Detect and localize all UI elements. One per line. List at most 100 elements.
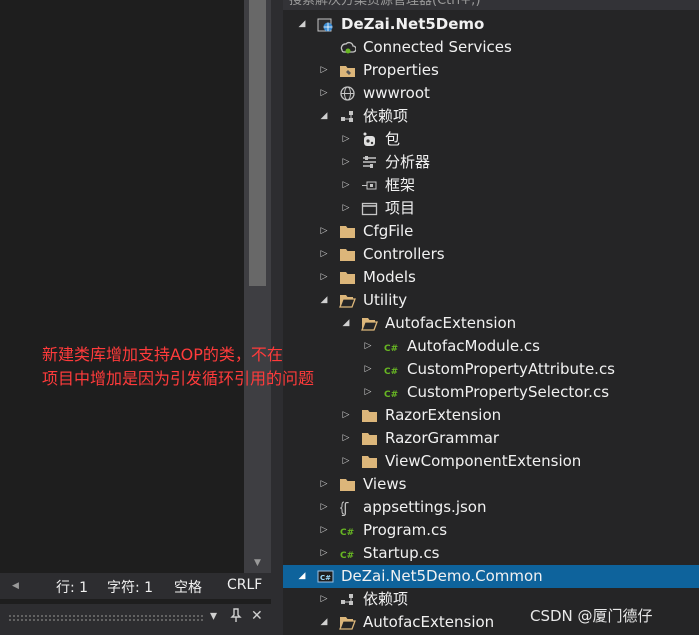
- properties-folder-icon: [339, 62, 356, 79]
- pin-icon[interactable]: [230, 608, 242, 626]
- tree-row-node-analyzers[interactable]: ▷ 分析器: [283, 151, 699, 174]
- collapse-arrow-icon[interactable]: ◢: [317, 291, 331, 310]
- editor-scrollbar-thumb[interactable]: [249, 0, 266, 286]
- connected-services-icon: [339, 39, 357, 56]
- tree-row-folder-razorgrammar[interactable]: ▷ RazorGrammar: [283, 427, 699, 450]
- tree-item-label: appsettings.json: [363, 498, 487, 516]
- status-line[interactable]: 行: 1: [56, 577, 88, 597]
- expand-arrow-icon[interactable]: ▷: [361, 360, 375, 379]
- solution-explorer: 搜索解决方案资源管理器(Ctrl+;) ◢ DeZai.Net5Demo Conne…: [283, 0, 699, 635]
- tree-item-label: ViewComponentExtension: [385, 452, 582, 470]
- scroll-down-arrow-icon[interactable]: ▼: [249, 555, 266, 571]
- expand-arrow-icon[interactable]: ▷: [339, 406, 353, 425]
- tree-row-folder-models[interactable]: ▷ Models: [283, 266, 699, 289]
- collapse-arrow-icon[interactable]: ◢: [317, 613, 331, 632]
- collapse-arrow-icon[interactable]: ◢: [339, 314, 353, 333]
- tree-item-label: Views: [363, 475, 407, 493]
- tree-row-folder-cfgfile[interactable]: ▷ CfgFile: [283, 220, 699, 243]
- tree-row-project-dezai-net5demo-common[interactable]: ◢ C# DeZai.Net5Demo.Common: [283, 565, 699, 588]
- expand-arrow-icon[interactable]: ▷: [339, 199, 353, 218]
- tree-row-folder-controllers[interactable]: ▷ Controllers: [283, 243, 699, 266]
- package-icon: [361, 131, 378, 148]
- framework-icon: [361, 177, 378, 194]
- expand-arrow-icon[interactable]: ▷: [317, 544, 331, 563]
- tree-item-label: DeZai.Net5Demo.Common: [341, 567, 543, 585]
- expand-arrow-icon[interactable]: ▷: [317, 245, 331, 264]
- tree-row-folder-autofacextension[interactable]: ◢ AutofacExtension: [283, 312, 699, 335]
- csharp-file-icon: C#: [383, 384, 400, 401]
- tree-item-label: Utility: [363, 291, 408, 309]
- collapse-arrow-icon[interactable]: ◢: [295, 567, 309, 586]
- tree-row-file-startup[interactable]: ▷ C# Startup.cs: [283, 542, 699, 565]
- tree-item-label: Models: [363, 268, 416, 286]
- tree-row-node-packages[interactable]: ▷ 包: [283, 128, 699, 151]
- tree-row-file-appsettings[interactable]: ▷ ʃ appsettings.json: [283, 496, 699, 519]
- pane-splitter[interactable]: [271, 0, 283, 635]
- tree-row-file-custompropertyselector[interactable]: ▷ C# CustomPropertySelector.cs: [283, 381, 699, 404]
- tree-row-node-dependencies[interactable]: ◢ 依赖项: [283, 105, 699, 128]
- expand-arrow-icon[interactable]: ▷: [317, 475, 331, 494]
- analyzer-icon: [361, 154, 378, 171]
- expand-arrow-icon[interactable]: ▷: [317, 268, 331, 287]
- expand-arrow-icon[interactable]: ▷: [317, 84, 331, 103]
- expand-arrow-icon[interactable]: ▷: [361, 337, 375, 356]
- tree-row-node-connected-services[interactable]: Connected Services: [283, 36, 699, 59]
- globe-icon: [339, 85, 356, 102]
- svg-text:C#: C#: [340, 551, 354, 561]
- tree-row-folder-utility[interactable]: ◢ Utility: [283, 289, 699, 312]
- tree-item-label: Connected Services: [363, 38, 512, 56]
- expand-arrow-icon[interactable]: ▷: [339, 429, 353, 448]
- expand-arrow-icon[interactable]: ▷: [339, 153, 353, 172]
- tree-item-label: AutofacExtension: [363, 613, 495, 631]
- tree-item-label: CustomPropertySelector.cs: [407, 383, 610, 401]
- tree-row-file-program[interactable]: ▷ C# Program.cs: [283, 519, 699, 542]
- expand-arrow-icon[interactable]: ▷: [317, 61, 331, 80]
- dependencies-icon: [339, 591, 356, 608]
- close-icon[interactable]: ✕: [251, 608, 263, 624]
- tree-item-label: CustomPropertyAttribute.cs: [407, 360, 616, 378]
- expand-arrow-icon[interactable]: ▷: [317, 498, 331, 517]
- svg-text:C#: C#: [384, 367, 398, 377]
- tree-row-project-dezai-net5demo[interactable]: ◢ DeZai.Net5Demo: [283, 13, 699, 36]
- tree-item-label: RazorExtension: [385, 406, 502, 424]
- tree-item-label: AutofacModule.cs: [407, 337, 540, 355]
- panel-dropdown-icon[interactable]: ▾: [210, 608, 217, 624]
- expand-arrow-icon[interactable]: ▷: [339, 130, 353, 149]
- csharp-file-icon: C#: [339, 545, 356, 562]
- code-editor-area[interactable]: [0, 0, 244, 573]
- expand-arrow-icon[interactable]: ▷: [361, 383, 375, 402]
- folder-open-icon: [361, 315, 378, 332]
- tree-item-label: Startup.cs: [363, 544, 440, 562]
- tree-row-file-custompropertyattribute[interactable]: ▷ C# CustomPropertyAttribute.cs: [283, 358, 699, 381]
- status-line-ending[interactable]: CRLF: [227, 577, 262, 593]
- collapse-arrow-icon[interactable]: ◢: [295, 15, 309, 34]
- tree-row-folder-views[interactable]: ▷ Views: [283, 473, 699, 496]
- tree-row-node-frameworks[interactable]: ▷ 框架: [283, 174, 699, 197]
- expand-arrow-icon[interactable]: ▷: [317, 590, 331, 609]
- expand-arrow-icon[interactable]: ▷: [317, 222, 331, 241]
- tree-row-node-wwwroot[interactable]: ▷ wwwroot: [283, 82, 699, 105]
- csharp-file-icon: C#: [339, 522, 356, 539]
- tree-row-node-project-refs[interactable]: ▷ 项目: [283, 197, 699, 220]
- tree-item-label: CfgFile: [363, 222, 414, 240]
- tree-row-folder-viewcomponentextension[interactable]: ▷ ViewComponentExtension: [283, 450, 699, 473]
- tree-row-file-autofacmodule[interactable]: ▷ C# AutofacModule.cs: [283, 335, 699, 358]
- tree-item-label: 项目: [385, 199, 416, 217]
- folder-icon: [361, 430, 378, 447]
- status-spaces[interactable]: 空格: [174, 577, 202, 597]
- expand-arrow-icon[interactable]: ▷: [339, 452, 353, 471]
- tree-row-folder-razorextension[interactable]: ▷ RazorExtension: [283, 404, 699, 427]
- expand-arrow-icon[interactable]: ▷: [339, 176, 353, 195]
- panel-drag-grip[interactable]: [8, 614, 204, 622]
- collapse-arrow-icon[interactable]: ◢: [317, 107, 331, 126]
- csharp-file-icon: C#: [383, 361, 400, 378]
- watermark: CSDN @厦门德仔: [530, 607, 653, 625]
- status-char[interactable]: 字符: 1: [107, 577, 153, 597]
- tree-item-label: 包: [385, 130, 401, 148]
- scroll-left-arrow-icon[interactable]: ◀: [12, 581, 19, 591]
- tree-row-node-properties[interactable]: ▷ Properties: [283, 59, 699, 82]
- annotation-line-1: 新建类库增加支持AOP的类，不在: [42, 345, 283, 364]
- tree-item-label: 依赖项: [363, 590, 409, 608]
- expand-arrow-icon[interactable]: ▷: [317, 521, 331, 540]
- solution-search-input[interactable]: 搜索解决方案资源管理器(Ctrl+;): [283, 0, 699, 10]
